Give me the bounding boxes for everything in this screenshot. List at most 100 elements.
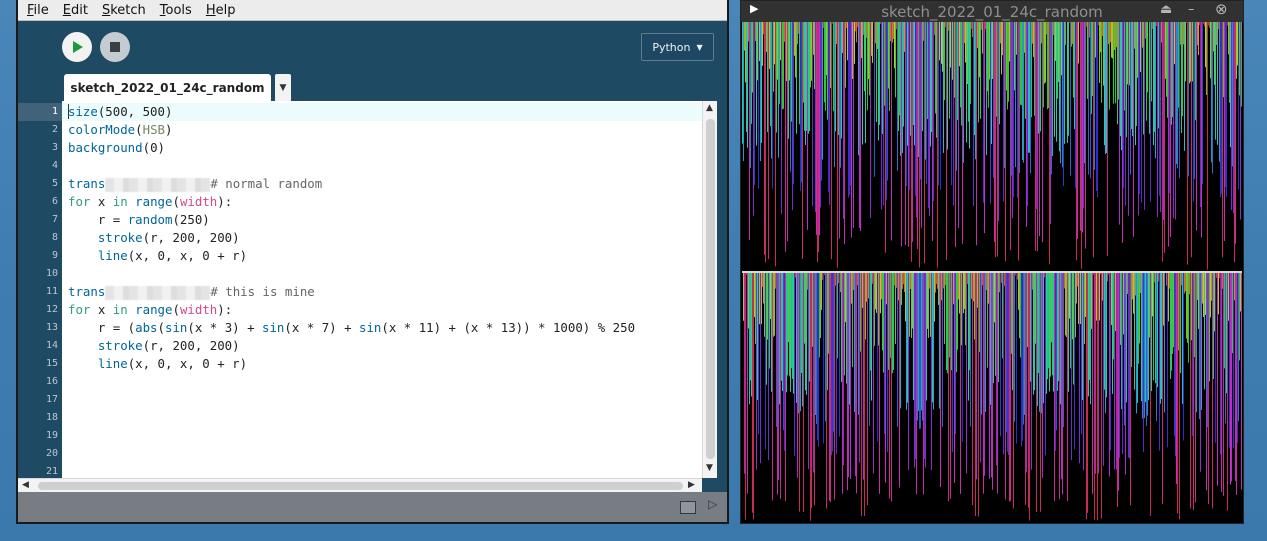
code-line-5: trans # normal random <box>68 175 322 193</box>
code-line-11: trans # this is mine <box>68 283 315 301</box>
canvas-divider <box>742 271 1242 273</box>
code-comment: # this is mine <box>210 284 315 299</box>
sketch-output-window: ▶ sketch_2022_01_24c_random ⏏ – ⊗ <box>740 0 1244 524</box>
menu-edit[interactable]: Edit <box>58 3 93 18</box>
line-number: 21 <box>45 466 58 477</box>
code-token: size <box>68 104 98 119</box>
code-token: (500, 500) <box>97 104 173 119</box>
code-token: abs <box>135 320 158 335</box>
code-token: line <box>97 248 128 263</box>
scroll-up-icon[interactable]: ▲ <box>706 103 713 113</box>
status-bar: ▷ <box>18 492 727 522</box>
mode-selector[interactable]: Python ▼ <box>641 33 714 61</box>
menu-sketch[interactable]: Sketch <box>97 3 151 18</box>
sketch-window-title: sketch_2022_01_24c_random <box>881 2 1103 21</box>
code-line-2: colorMode(HSB) <box>68 121 172 139</box>
code-builtin: width <box>179 194 218 209</box>
close-icon[interactable]: ⊗ <box>1215 0 1228 18</box>
sketch-canvas[interactable] <box>742 22 1242 523</box>
line-number: 12 <box>45 304 58 315</box>
scroll-down-icon[interactable]: ▼ <box>706 463 713 473</box>
menu-sketch-mnemonic: S <box>101 2 111 18</box>
sketch-titlebar[interactable]: ▶ sketch_2022_01_24c_random ⏏ – ⊗ <box>741 0 1243 22</box>
code-line-3: background(0) <box>68 139 165 157</box>
processing-ide-window: File Edit Sketch Tools Help Python ▼ ske… <box>16 0 729 524</box>
code-token: ( <box>172 302 180 317</box>
horizontal-scrollbar[interactable]: ◀ ▶ <box>18 478 702 493</box>
code-token: ) <box>165 122 173 137</box>
play-icon[interactable]: ▷ <box>708 497 717 511</box>
console-toggle-icon[interactable] <box>680 501 696 514</box>
code-token: (x * 11) + (x * 13)) * 1000) % 250 <box>381 320 636 335</box>
menu-file[interactable]: File <box>22 3 54 18</box>
code-token: sin <box>262 320 285 335</box>
code-line-1: size(500, 500) <box>68 103 172 121</box>
line-number: 11 <box>45 286 58 297</box>
code-token: random <box>127 212 173 227</box>
menu-edit-label: dit <box>71 2 88 18</box>
code-line-13: r = (abs(sin(x * 3) + sin(x * 7) + sin(x… <box>68 319 635 337</box>
line-number: 17 <box>45 394 58 405</box>
line-number: 13 <box>45 322 58 333</box>
code-line-6: for x in range(width): <box>68 193 232 211</box>
redacted-text <box>105 177 211 192</box>
stop-icon <box>110 42 120 52</box>
code-token: stroke <box>97 230 143 245</box>
line-number: 4 <box>51 160 58 171</box>
line-number: 14 <box>45 340 58 351</box>
toolbar: Python ▼ <box>18 21 727 73</box>
menu-help[interactable]: Help <box>201 3 241 18</box>
line-number: 8 <box>51 232 58 243</box>
code-token: line <box>97 356 128 371</box>
menu-bar: File Edit Sketch Tools Help <box>18 0 727 21</box>
code-token: ( <box>157 320 165 335</box>
code-line-9: line(x, 0, x, 0 + r) <box>68 247 247 265</box>
code-token: x <box>90 302 113 317</box>
line-number: 16 <box>45 376 58 387</box>
menu-file-label: ile <box>33 2 49 18</box>
redacted-text <box>105 285 211 300</box>
code-keyword: for <box>68 194 91 209</box>
code-token: trans <box>68 284 106 299</box>
code-token: ( <box>172 194 180 209</box>
line-number: 7 <box>51 214 58 225</box>
code-token: range <box>135 302 173 317</box>
menu-tools[interactable]: Tools <box>155 3 197 18</box>
scroll-left-icon[interactable]: ◀ <box>22 480 29 490</box>
code-keyword: in <box>112 302 128 317</box>
code-token: (x, 0, x, 0 + r) <box>127 248 248 263</box>
code-line-15: line(x, 0, x, 0 + r) <box>68 355 247 373</box>
line-number: 3 <box>51 142 58 153</box>
code-token: ( <box>135 122 143 137</box>
code-token: trans <box>68 176 106 191</box>
horizontal-scroll-thumb[interactable] <box>38 482 683 490</box>
stop-button[interactable] <box>100 32 130 62</box>
code-token: range <box>135 194 173 209</box>
run-button[interactable] <box>62 32 92 62</box>
code-line-7: r = random(250) <box>68 211 210 229</box>
tab-menu-button[interactable]: ▼ <box>275 74 291 101</box>
menu-sketch-label: ketch <box>110 2 146 18</box>
code-token: sin <box>165 320 188 335</box>
play-icon <box>73 41 83 53</box>
line-number: 5 <box>51 178 58 189</box>
mode-label: Python <box>652 40 691 54</box>
tab-sketch[interactable]: sketch_2022_01_24c_random <box>64 74 271 101</box>
code-keyword: in <box>112 194 128 209</box>
menu-edit-mnemonic: E <box>62 2 71 18</box>
code-token: r = <box>68 212 128 227</box>
vertical-scroll-thumb[interactable] <box>706 119 715 459</box>
scroll-right-icon[interactable]: ▶ <box>688 480 695 490</box>
line-number: 19 <box>45 430 58 441</box>
minimize-icon[interactable]: – <box>1188 2 1195 17</box>
chevron-down-icon: ▼ <box>696 42 703 52</box>
window-shade-icon[interactable]: ⏏ <box>1160 2 1172 17</box>
code-editor[interactable]: 1 2 3 4 5 6 7 8 9 10 11 12 13 14 15 16 17 18 19 20 21 size(5… <box>18 101 714 478</box>
vertical-scrollbar[interactable]: ▲ ▼ <box>702 101 717 478</box>
code-token: colorMode <box>68 122 136 137</box>
code-token: r = ( <box>68 320 136 335</box>
code-token: x <box>90 194 113 209</box>
